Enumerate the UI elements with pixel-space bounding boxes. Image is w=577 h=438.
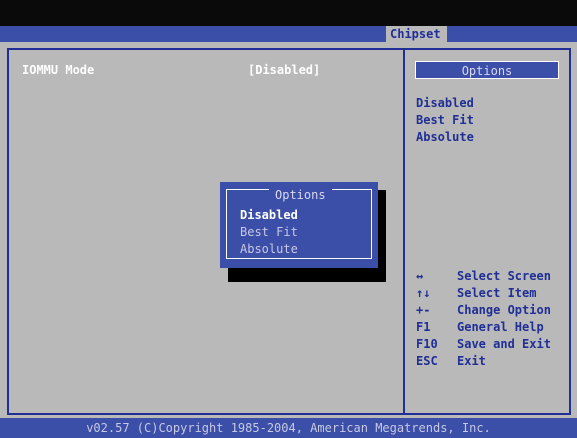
footer-copyright: v02.57 (C)Copyright 1985-2004, American … <box>0 418 577 438</box>
key-desc: Select Item <box>457 286 537 300</box>
key-desc: Select Screen <box>457 269 551 283</box>
key-f1: F1 <box>416 320 431 334</box>
key-desc: Change Option <box>457 303 551 317</box>
key-arrows-ud-icon: ↑↓ <box>416 286 431 300</box>
key-legend-row: ESC Exit <box>416 353 551 370</box>
popup-items: Disabled Best Fit Absolute <box>240 207 298 258</box>
key-arrows-lr-icon: ↔ <box>416 269 424 283</box>
key-f10: F10 <box>416 337 438 351</box>
help-option: Best Fit <box>416 113 474 127</box>
key-plus-minus: +- <box>416 303 431 317</box>
key-legend-row: F1 General Help <box>416 319 551 336</box>
popup-option-disabled[interactable]: Disabled <box>240 207 298 224</box>
setting-label-iommu-mode[interactable]: IOMMU Mode <box>22 63 94 77</box>
popup-title: Options <box>269 189 332 201</box>
setting-value-iommu-mode[interactable]: [Disabled] <box>248 63 320 77</box>
help-options-list: Disabled Best Fit Absolute <box>416 95 474 146</box>
key-desc: General Help <box>457 320 544 334</box>
help-option: Absolute <box>416 130 474 144</box>
help-option: Disabled <box>416 96 474 110</box>
key-legend-row: ↑↓ Select Item <box>416 285 551 302</box>
tab-chipset[interactable]: Chipset <box>386 26 447 42</box>
popup-frame: Options Disabled Best Fit Absolute <box>226 189 372 259</box>
key-legend: ↔ Select Screen ↑↓ Select Item +- Change… <box>416 268 551 370</box>
help-options-header: Options <box>415 61 559 79</box>
title-bar <box>0 26 577 42</box>
key-legend-row: +- Change Option <box>416 302 551 319</box>
key-legend-row: ↔ Select Screen <box>416 268 551 285</box>
top-black-bar <box>0 0 577 26</box>
popup-option-absolute[interactable]: Absolute <box>240 241 298 258</box>
options-popup: Options Disabled Best Fit Absolute <box>220 182 378 268</box>
key-desc: Save and Exit <box>457 337 551 351</box>
key-desc: Exit <box>457 354 486 368</box>
key-legend-row: F10 Save and Exit <box>416 336 551 353</box>
key-esc: ESC <box>416 354 438 368</box>
popup-option-best-fit[interactable]: Best Fit <box>240 224 298 241</box>
